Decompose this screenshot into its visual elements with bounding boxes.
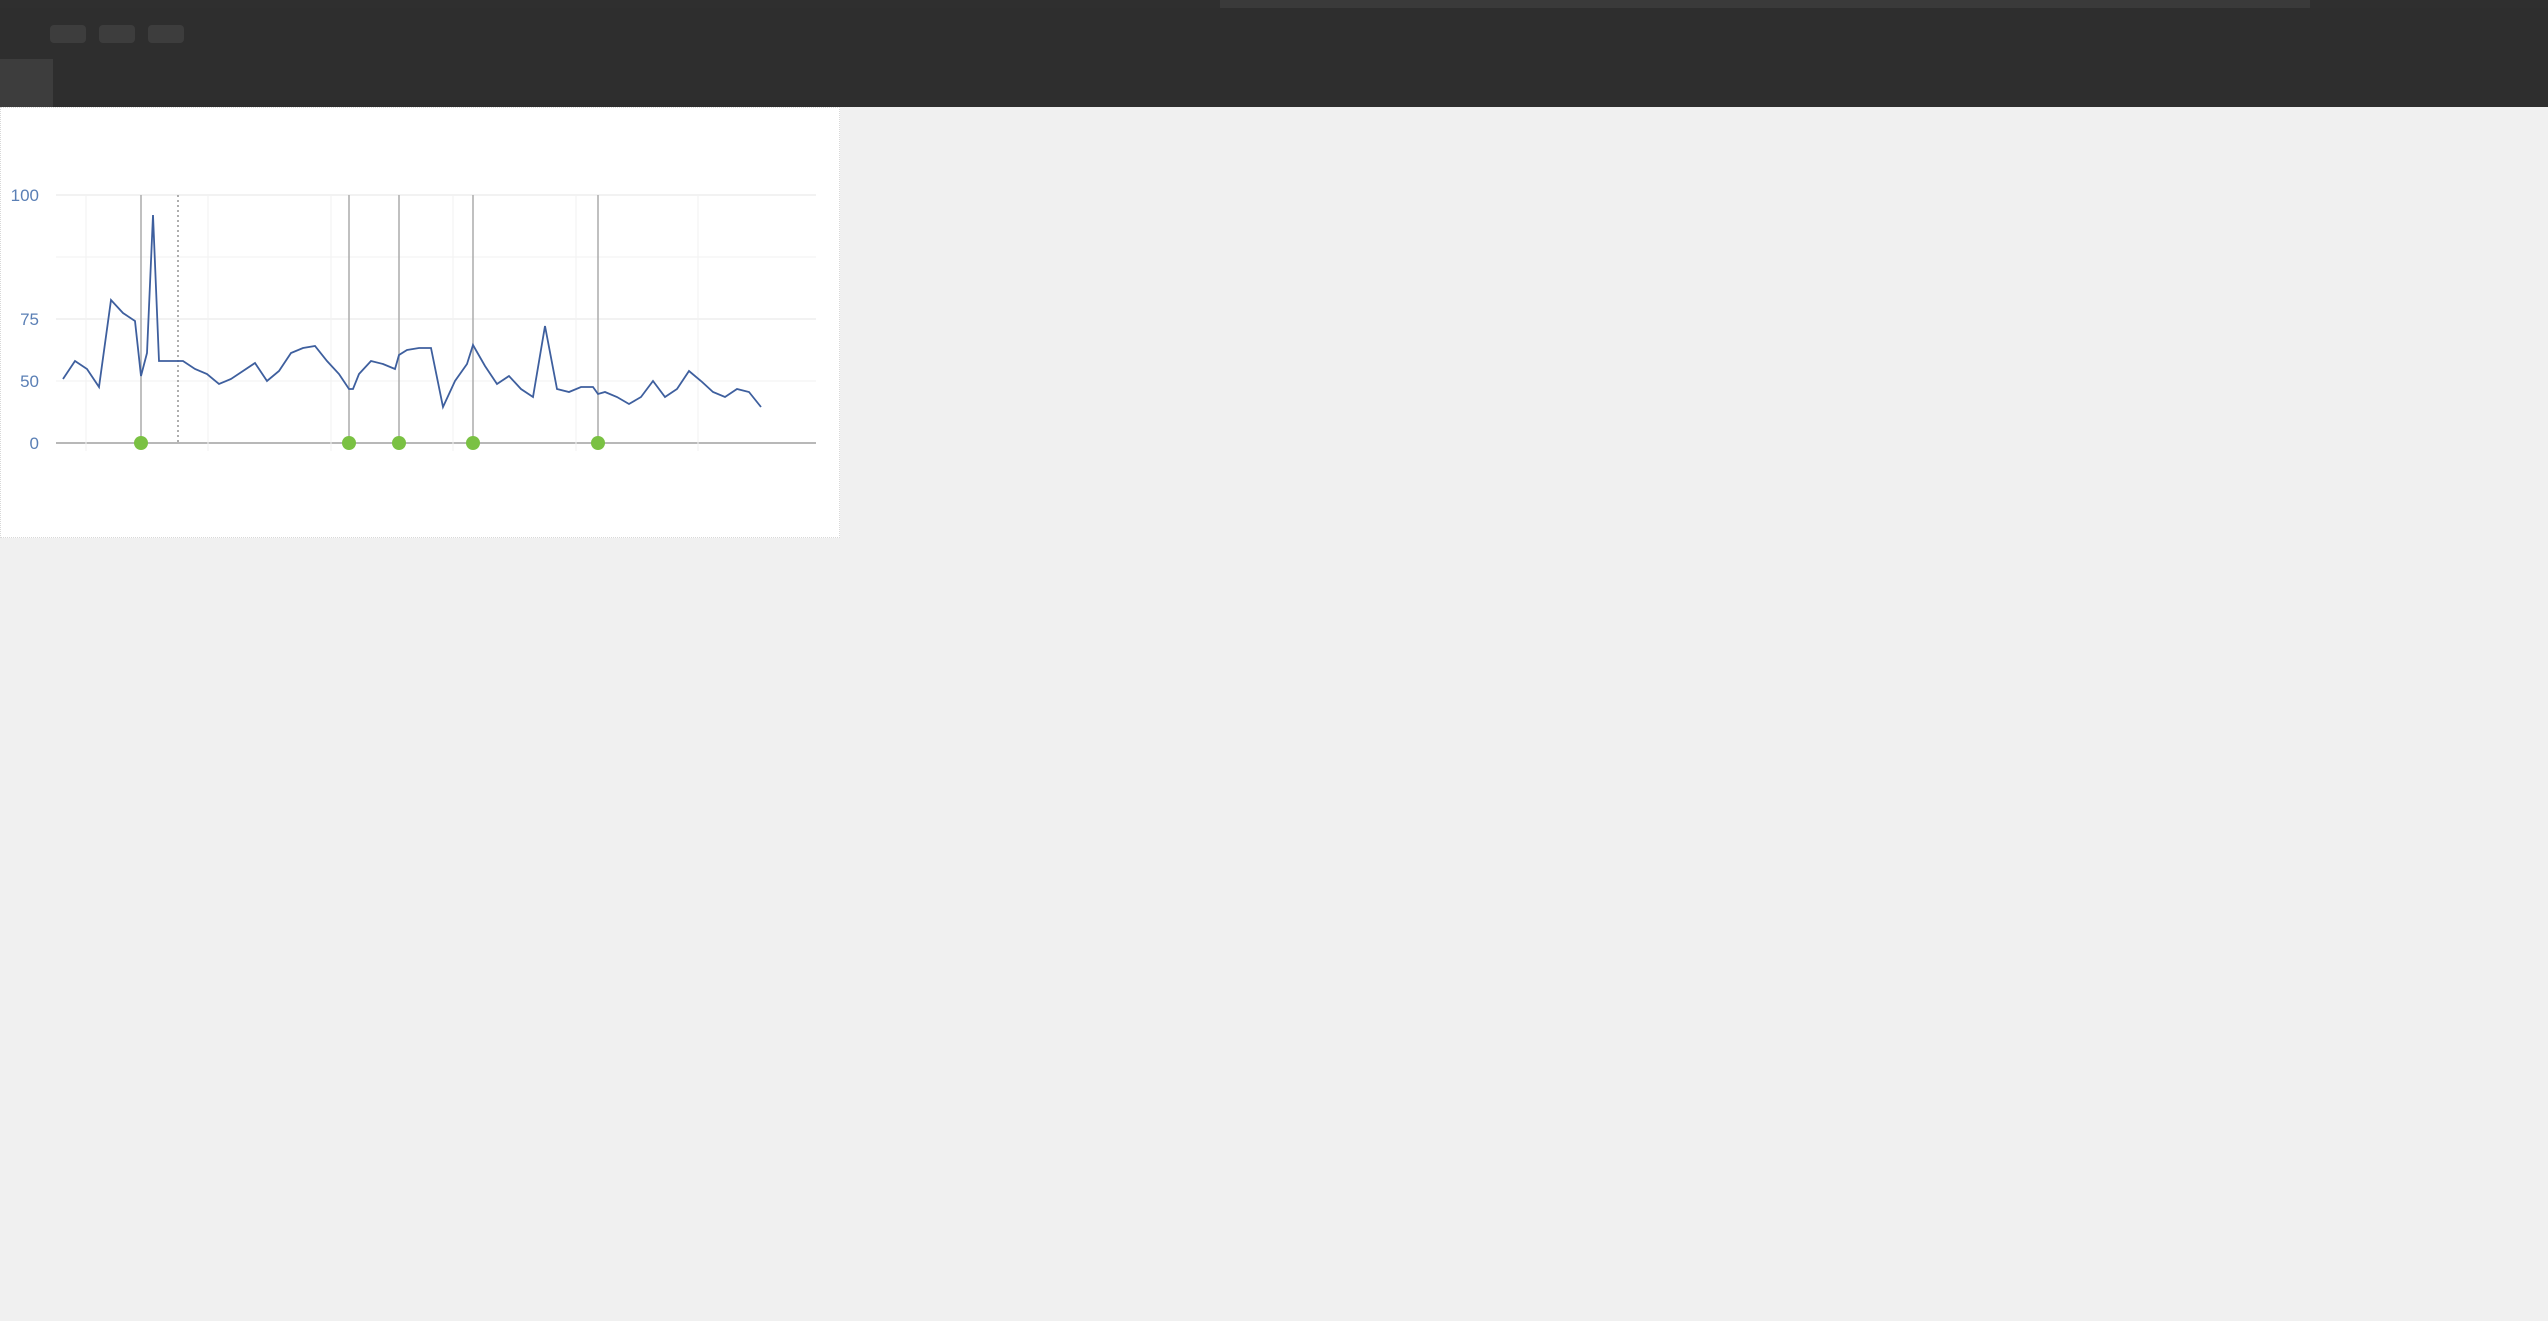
chart-canvas-cpu: 100 75 50 x 0 — [1, 183, 841, 533]
tag-filter-version[interactable] — [148, 25, 184, 43]
y-axis-labels-cpu: 100 75 50 x 0 — [11, 186, 39, 453]
svg-text:75: 75 — [20, 310, 39, 329]
tag-filter-bar — [0, 8, 2548, 59]
chart-tile-cpu[interactable]: 100 75 50 x 0 — [0, 107, 840, 538]
add-chart-button[interactable] — [0, 59, 53, 107]
tag-filter-host[interactable] — [50, 25, 86, 43]
svg-text:50: 50 — [20, 372, 39, 391]
gridlines-cpu — [56, 195, 816, 451]
add-bar — [0, 59, 2548, 107]
window-top-strip — [0, 0, 2548, 8]
svg-text:0: 0 — [30, 434, 39, 453]
tag-filter-os-type[interactable] — [99, 25, 135, 43]
tag-filter-buttons — [50, 25, 184, 43]
svg-text:100: 100 — [11, 186, 39, 205]
top-strip-highlight — [1220, 0, 2310, 8]
dashboard-board: 100 75 50 x 0 — [0, 107, 2548, 1321]
series-line-cpu — [63, 215, 761, 407]
